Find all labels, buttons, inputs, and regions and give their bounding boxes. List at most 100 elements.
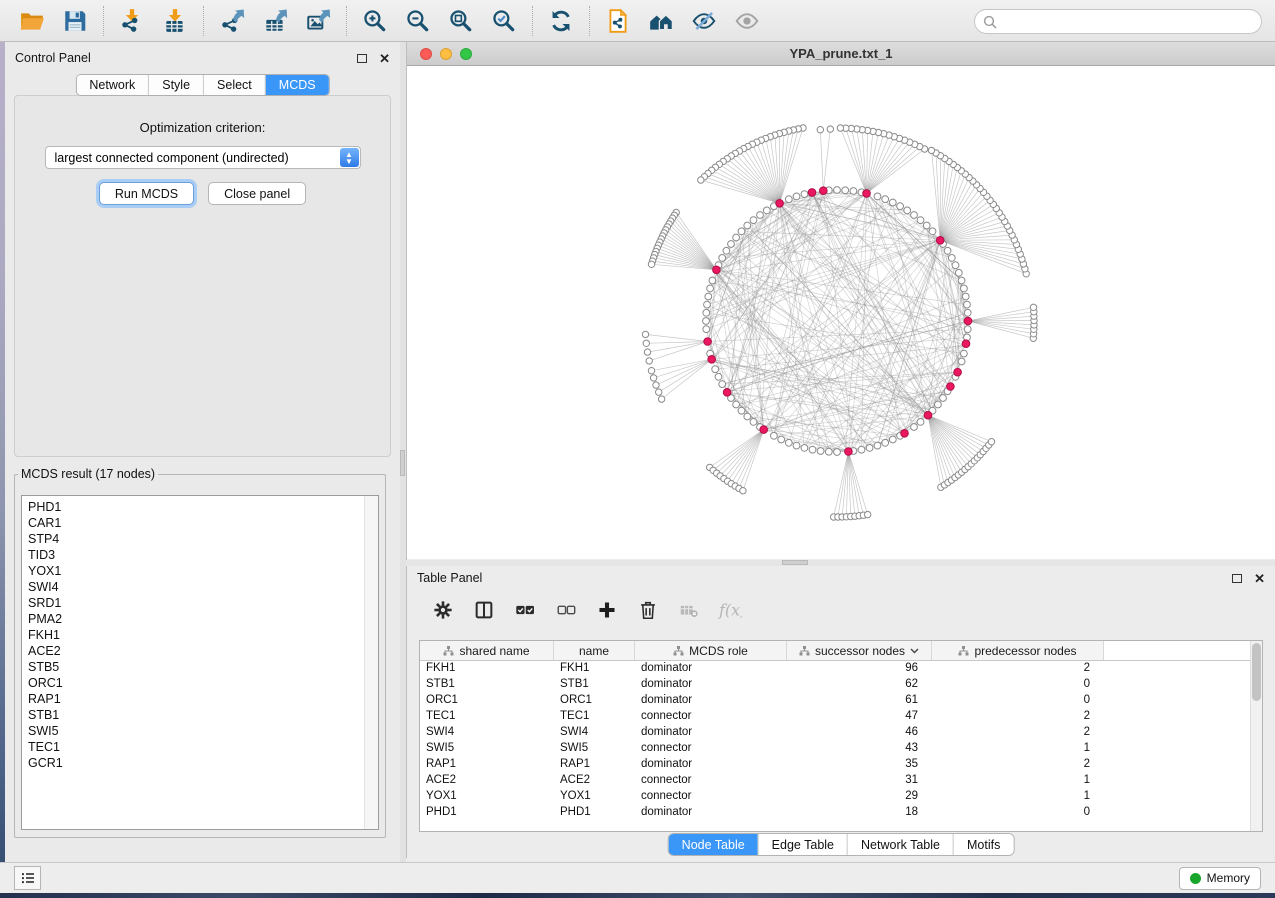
run-mcds-button[interactable]: Run MCDS [99,182,194,205]
close-panel-icon[interactable]: ✕ [379,52,390,65]
tab-motifs[interactable]: Motifs [953,834,1013,855]
table-row[interactable]: FKH1FKH1dominator962 [420,661,1262,677]
mcds-result-item[interactable]: STP4 [28,531,364,547]
export-network-button[interactable] [218,7,246,35]
task-history-button[interactable] [14,866,41,890]
tab-edge-table[interactable]: Edge Table [758,834,847,855]
mcds-result-item[interactable]: STB1 [28,707,364,723]
create-column-button[interactable] [595,598,619,622]
import-table-button[interactable] [161,7,189,35]
zoom-in-icon [362,8,388,34]
column-header-name[interactable]: name [554,641,635,660]
zoom-out-button[interactable] [404,7,432,35]
mcds-list-scrollbar[interactable] [364,496,378,829]
cell-predecessor-nodes: 0 [932,805,1104,821]
network-graph-svg[interactable] [407,66,1275,559]
table-scrollbar[interactable] [1250,641,1262,831]
mcds-result-item[interactable]: TID3 [28,547,364,563]
cell-shared-name: ACE2 [420,773,554,789]
save-session-button[interactable] [61,7,89,35]
mcds-result-group: MCDS result (17 nodes) PHD1CAR1STP4TID3Y… [14,467,386,838]
open-file-button[interactable] [18,7,46,35]
optimization-criterion-select[interactable]: largest connected component (undirected)… [45,146,361,169]
mcds-result-item[interactable]: GCR1 [28,755,364,771]
window-minimize-icon[interactable] [440,48,452,60]
export-table-button[interactable] [261,7,289,35]
window-maximize-icon[interactable] [460,48,472,60]
network-canvas[interactable] [407,66,1275,559]
table-panel-title: Table Panel [417,571,482,585]
cell-predecessor-nodes: 1 [932,789,1104,805]
search-input[interactable] [1002,14,1253,30]
float-panel-icon[interactable] [357,54,367,63]
table-row[interactable]: SWI4SWI4dominator462 [420,725,1262,741]
mcds-result-item[interactable]: FKH1 [28,627,364,643]
share-network-document-button[interactable] [604,7,632,35]
network-houses-button[interactable] [647,7,675,35]
mcds-result-item[interactable]: TEC1 [28,739,364,755]
vertical-splitter-handle[interactable] [400,450,405,476]
delete-columns-button[interactable] [636,598,660,622]
table-row[interactable]: ORC1ORC1dominator610 [420,693,1262,709]
table-scrollbar-thumb[interactable] [1252,643,1261,701]
import-network-button[interactable] [118,7,146,35]
zoom-selected-button[interactable] [490,7,518,35]
mcds-result-item[interactable]: SWI4 [28,579,364,595]
mcds-result-item[interactable]: SWI5 [28,723,364,739]
table-row[interactable]: ACE2ACE2connector311 [420,773,1262,789]
tab-network[interactable]: Network [76,75,148,95]
window-close-icon[interactable] [420,48,432,60]
column-header-mcds-role[interactable]: MCDS role [635,641,787,660]
mcds-result-item[interactable]: ACE2 [28,643,364,659]
tab-select[interactable]: Select [203,75,265,95]
export-image-button[interactable] [304,7,332,35]
tab-node-table[interactable]: Node Table [669,834,758,855]
mcds-result-item[interactable]: ORC1 [28,675,364,691]
tab-network-table[interactable]: Network Table [847,834,953,855]
cell-name: PHD1 [554,805,635,821]
tab-style[interactable]: Style [148,75,203,95]
cell-name: FKH1 [554,661,635,677]
show-graphics-details-button[interactable] [733,7,761,35]
column-header-shared-name[interactable]: shared name [420,641,554,660]
mcds-result-item[interactable]: YOX1 [28,563,364,579]
table-row[interactable]: TEC1TEC1connector472 [420,709,1262,725]
table-settings-gear-button[interactable] [431,598,455,622]
export-network-icon [219,8,245,34]
table-row[interactable]: YOX1YOX1connector291 [420,789,1262,805]
column-header-successor-nodes[interactable]: successor nodes [787,641,932,660]
hide-graphics-details-button[interactable] [690,7,718,35]
mcds-result-item[interactable]: PHD1 [28,499,364,515]
close-panel-button[interactable]: Close panel [208,182,306,205]
horizontal-splitter-handle[interactable] [782,560,808,565]
zoom-fit-button[interactable] [447,7,475,35]
refresh-layout-button[interactable] [547,7,575,35]
memory-button[interactable]: Memory [1179,867,1261,890]
mcds-result-item[interactable]: STB5 [28,659,364,675]
zoom-out-icon [405,8,431,34]
mcds-result-list: PHD1CAR1STP4TID3YOX1SWI4SRD1PMA2FKH1ACE2… [22,496,364,829]
select-all-checkboxes-button[interactable] [513,598,537,622]
table-row[interactable]: STB1STB1dominator620 [420,677,1262,693]
control-panel-title: Control Panel [15,51,91,65]
function-builder-button: f(x) [718,598,742,622]
zoom-in-button[interactable] [361,7,389,35]
cell-shared-name: FKH1 [420,661,554,677]
close-table-panel-icon[interactable]: ✕ [1254,572,1265,585]
column-header-predecessor-nodes[interactable]: predecessor nodes [932,641,1104,660]
mcds-result-item[interactable]: RAP1 [28,691,364,707]
create-column-icon [596,599,618,621]
table-row[interactable]: SWI5SWI5connector431 [420,741,1262,757]
mcds-result-item[interactable]: SRD1 [28,595,364,611]
mcds-result-item[interactable]: PMA2 [28,611,364,627]
table-row[interactable]: PHD1PHD1dominator180 [420,805,1262,821]
table-row[interactable]: RAP1RAP1dominator352 [420,757,1262,773]
network-window-titlebar[interactable]: YPA_prune.txt_1 [407,42,1275,66]
deselect-all-checkboxes-button[interactable] [554,598,578,622]
sort-descending-icon [910,648,919,654]
float-table-panel-icon[interactable] [1232,574,1242,583]
show-columns-button[interactable] [472,598,496,622]
status-bar: Memory [0,862,1275,893]
tab-mcds[interactable]: MCDS [265,75,329,95]
mcds-result-item[interactable]: CAR1 [28,515,364,531]
